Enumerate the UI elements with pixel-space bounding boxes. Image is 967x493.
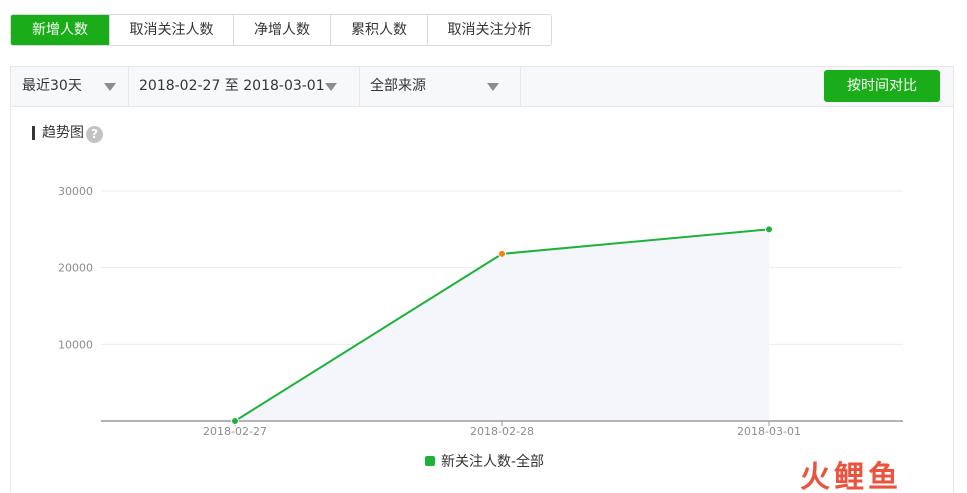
- data-point[interactable]: [765, 225, 773, 234]
- x-tick-label: 2018-02-28: [470, 425, 534, 438]
- watermark-logo: 火鲤鱼: [800, 460, 902, 493]
- trend-chart: 100002000030000 2018-02-27 2018-02-28 2018…: [58, 185, 903, 438]
- x-tick-label: 2018-02-27: [203, 425, 267, 438]
- y-axis-ticks: 10000 20000 30000: [58, 185, 93, 351]
- x-tick-label: 2018-03-01: [737, 425, 801, 438]
- legend-swatch: [425, 456, 435, 466]
- y-tick-label: 10000: [58, 338, 93, 351]
- legend-label: 新关注人数-全部: [441, 454, 545, 470]
- y-tick-label: 20000: [58, 262, 93, 275]
- chart-legend[interactable]: 新关注人数-全部: [425, 451, 544, 471]
- x-axis-ticks: 2018-02-27 2018-02-28 2018-03-01: [203, 421, 801, 438]
- y-tick-label: 30000: [58, 185, 93, 198]
- data-point[interactable]: [498, 249, 506, 258]
- data-point[interactable]: [231, 417, 239, 425]
- series-area: [235, 229, 769, 421]
